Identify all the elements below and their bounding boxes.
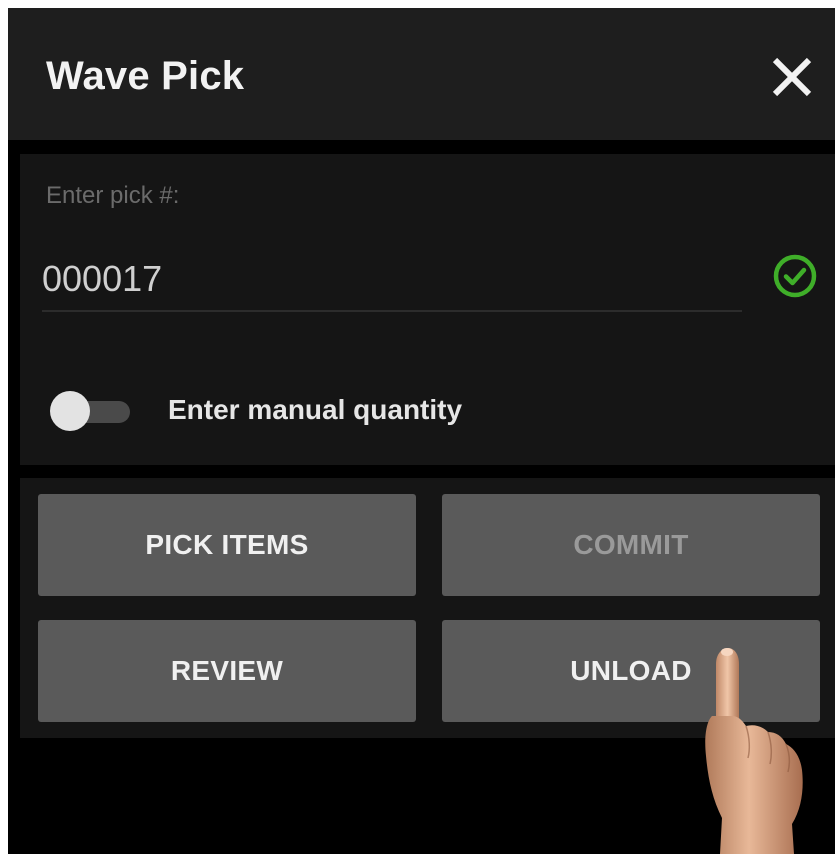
action-button-panel: PICK ITEMS COMMIT REVIEW UNLOAD	[20, 478, 835, 738]
pick-items-button[interactable]: PICK ITEMS	[38, 494, 416, 596]
toggle-knob	[50, 391, 90, 431]
manual-quantity-label: Enter manual quantity	[168, 394, 463, 425]
commit-button[interactable]: COMMIT	[442, 494, 820, 596]
pick-number-input[interactable]	[42, 254, 742, 304]
pick-number-underline	[42, 310, 742, 312]
page-title: Wave Pick	[46, 54, 245, 98]
close-button[interactable]	[767, 52, 817, 102]
app-window: Wave Pick Enter pick #: Enter manual qua…	[8, 8, 835, 854]
unload-button[interactable]: UNLOAD	[442, 620, 820, 722]
manual-quantity-toggle[interactable]	[50, 391, 132, 431]
pick-number-label: Enter pick #:	[46, 182, 180, 209]
review-button[interactable]: REVIEW	[38, 620, 416, 722]
close-icon	[772, 57, 812, 97]
title-bar: Wave Pick	[8, 8, 835, 140]
check-circle-icon	[773, 254, 817, 298]
pick-entry-panel: Enter pick #: Enter manual quantity	[20, 154, 835, 465]
